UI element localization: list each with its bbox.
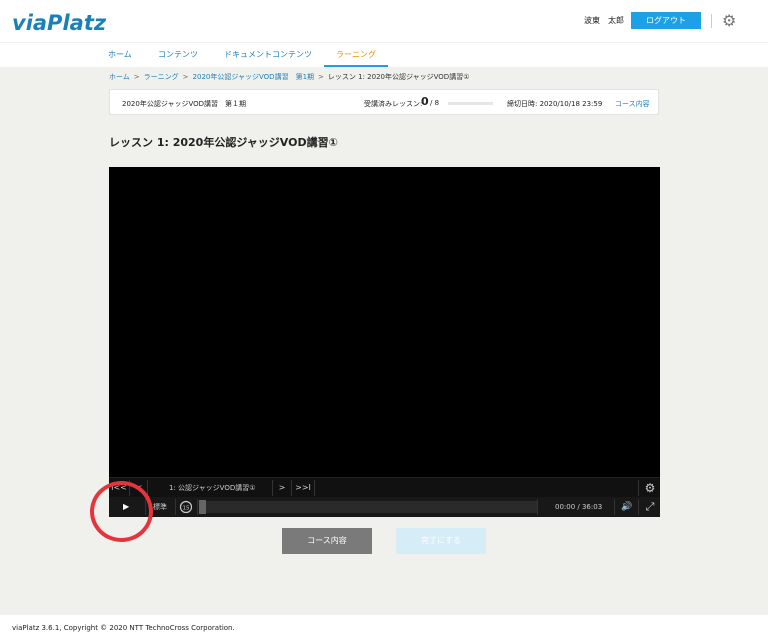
speed-select[interactable]: 標準 [153,497,167,517]
breadcrumb-home[interactable]: ホーム [109,73,130,81]
time-display: 00:00 / 36:03 [555,503,603,511]
control-divider [175,499,176,515]
completed-lessons-count: 0 [421,95,429,108]
user-name: 波東 太郎 [584,16,624,25]
seek-bar[interactable] [199,501,537,513]
page-title: レッスン 1: 2020年公認ジャッジVOD講習① [109,136,338,149]
control-divider [614,499,615,515]
rewind-label: 15 [183,506,190,512]
main-nav: ホーム コンテンツ ドキュメントコンテンツ ラーニング [0,42,768,67]
breadcrumb-learning[interactable]: ラーニング [144,73,179,81]
course-info-box: 2020年公認ジャッジVOD講習 第１期 受講済みレッスン: 0 / 8 締切日… [109,89,659,115]
control-divider [638,480,639,496]
nav-item-home[interactable]: ホーム [108,49,132,60]
course-contents-link[interactable]: コース内容 [615,99,650,109]
course-contents-button[interactable]: コース内容 [282,528,372,554]
next-icon[interactable]: > [274,478,290,498]
chapter-bar: I<< < 1: 公認ジャッジVOD講習① > >>I ⚙ [109,477,660,497]
highlight-circle [90,481,153,542]
course-name: 2020年公認ジャッジVOD講習 第１期 [122,100,247,108]
breadcrumb-separator: > [133,73,140,81]
nav-item-document-contents[interactable]: ドキュメントコンテンツ [224,49,312,60]
skip-last-icon[interactable]: >>I [293,478,313,498]
nav-item-contents[interactable]: コンテンツ [158,49,198,60]
footer-copyright: viaPlatz 3.6.1, Copyright © 2020 NTT Tec… [12,624,235,632]
volume-icon[interactable]: 🔊 [617,497,637,517]
control-divider [197,499,198,515]
header-divider [711,14,712,28]
control-divider [314,480,315,496]
fullscreen-icon[interactable]: ⤢ [640,497,660,517]
progress-bar [448,102,493,105]
completed-lessons-label: 受講済みレッスン: [364,100,423,108]
top-header: viaPlatz 波東 太郎 ログアウト ⚙ [0,0,768,42]
deadline: 締切日時: 2020/10/18 23:59 [507,100,603,108]
breadcrumb: ホーム > ラーニング >2020年公認ジャッジVOD講習 第1期 > レッスン 1: 2… [109,72,469,82]
complete-button[interactable]: 完了にする [396,528,486,554]
control-divider [272,480,273,496]
chapter-title[interactable]: 1: 公認ジャッジVOD講習① [169,478,256,498]
logo: viaPlatz [12,11,107,35]
gear-icon[interactable]: ⚙ [722,12,740,30]
playback-bar: ▶ 標準 15 00:00 / 36:03 🔊 ⤢ [109,497,660,517]
control-divider [291,480,292,496]
total-lessons: / 8 [430,99,440,107]
logout-button[interactable]: ログアウト [631,12,701,29]
breadcrumb-separator: > [318,73,324,81]
breadcrumb-course[interactable]: 2020年公認ジャッジVOD講習 第1期 [193,73,314,81]
control-divider [638,499,639,515]
breadcrumb-separator: > [182,73,189,81]
seek-handle[interactable] [199,500,206,514]
video-player[interactable]: I<< < 1: 公認ジャッジVOD講習① > >>I ⚙ ▶ 標準 15 00… [109,167,660,517]
gear-icon[interactable]: ⚙ [640,478,660,498]
rewind-15-icon[interactable]: 15 [179,500,193,514]
breadcrumb-current: レッスン 1: 2020年公認ジャッジVOD講習① [327,73,470,81]
nav-item-learning[interactable]: ラーニング [336,49,376,60]
control-divider [537,499,538,515]
